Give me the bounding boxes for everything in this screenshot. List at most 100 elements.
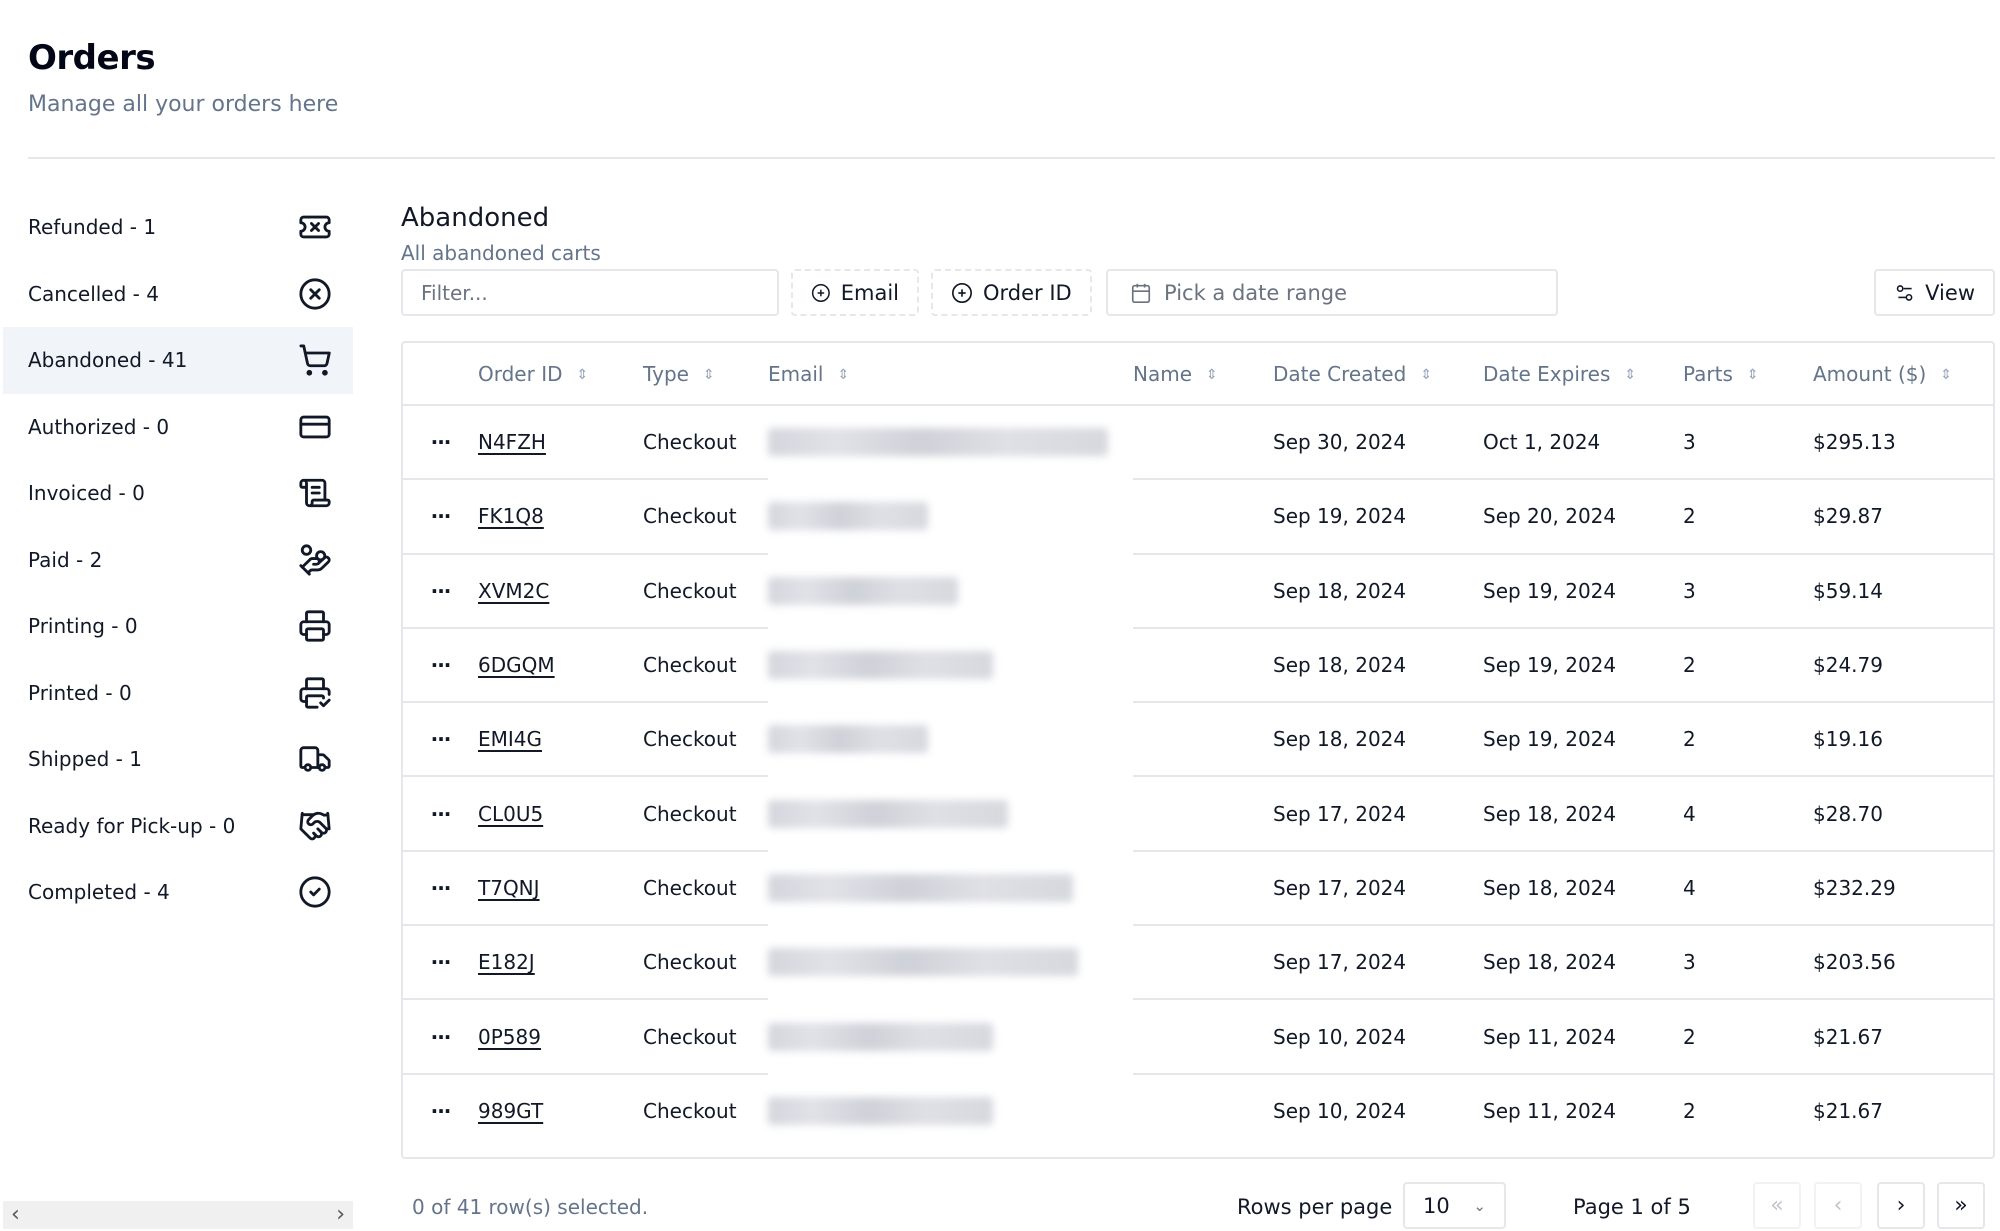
order-id-link[interactable]: CL0U5 xyxy=(478,802,543,826)
sort-icon[interactable]: ⇕ xyxy=(1747,367,1759,383)
last-page-button[interactable]: » xyxy=(1937,1182,1985,1229)
name-cell xyxy=(1133,850,1273,927)
date-expires-cell: Sep 18, 2024 xyxy=(1483,776,1683,852)
order-id-cell: 0P589 xyxy=(478,999,643,1075)
column-header-type[interactable]: Type ⇕ xyxy=(643,343,768,406)
sidebar-item-completed[interactable]: Completed - 4 xyxy=(3,859,353,926)
sidebar-item-abandoned[interactable]: Abandoned - 41 xyxy=(3,327,353,394)
table-row[interactable]: ··· 0P589 Checkout Sep 10, 2024 Sep 11, 2024… xyxy=(403,999,1993,1075)
sidebar-item-label: Refunded - 1 xyxy=(28,215,157,240)
sidebar-item-printed[interactable]: Printed - 0 xyxy=(3,660,353,727)
sort-icon[interactable]: ⇕ xyxy=(1940,367,1952,383)
order-id-link[interactable]: 6DGQM xyxy=(478,653,555,677)
row-actions-button[interactable]: ··· xyxy=(403,479,478,555)
sort-icon[interactable]: ⇕ xyxy=(703,367,715,383)
redacted-email xyxy=(768,799,1008,828)
redacted-email xyxy=(768,725,928,754)
parts-cell: 2 xyxy=(1683,999,1813,1075)
email-cell xyxy=(768,925,1133,1001)
table-row[interactable]: ··· 6DGQM Checkout Sep 18, 2024 Sep 19, 2024… xyxy=(403,627,1993,704)
date-created-cell: Sep 18, 2024 xyxy=(1273,702,1483,778)
email-facet-button[interactable]: Email xyxy=(791,269,919,316)
parts-cell: 2 xyxy=(1683,1099,1696,1124)
view-options-button[interactable]: View xyxy=(1874,269,1995,316)
order-id-link[interactable]: 989GT xyxy=(478,1099,543,1123)
column-header-date-created[interactable]: Date Created ⇕ xyxy=(1273,343,1483,406)
table-row[interactable]: ··· CL0U5 Checkout Sep 17, 2024 Sep 18, 2024… xyxy=(403,776,1993,852)
sidebar-horizontal-scrollbar[interactable]: ‹ › xyxy=(3,1201,353,1229)
previous-page-button[interactable]: ‹ xyxy=(1814,1182,1862,1229)
type-cell: Checkout xyxy=(643,850,768,927)
scroll-right-arrow-icon[interactable]: › xyxy=(336,1204,345,1226)
sort-icon[interactable]: ⇕ xyxy=(1624,367,1636,383)
row-actions-button[interactable]: ··· xyxy=(403,999,478,1075)
sidebar-item-label: Cancelled - 4 xyxy=(28,281,159,306)
date-range-picker[interactable]: Pick a date range xyxy=(1106,269,1558,316)
row-actions-button[interactable]: ··· xyxy=(403,850,478,927)
table-row[interactable]: ··· XVM2C Checkout Sep 18, 2024 Sep 19, 2024… xyxy=(403,553,1993,629)
row-actions-button[interactable]: ··· xyxy=(403,405,478,481)
order-id-link[interactable]: XVM2C xyxy=(478,579,549,603)
date-created-cell: Sep 19, 2024 xyxy=(1273,479,1483,555)
table-row[interactable]: ··· FK1Q8 Checkout Sep 19, 2024 Sep 20, 2024… xyxy=(403,479,1993,555)
order-id-cell: 989GT xyxy=(478,1074,643,1148)
date-expires-cell: Sep 18, 2024 xyxy=(1483,925,1683,1001)
next-page-button[interactable]: › xyxy=(1877,1182,1925,1229)
column-header-amount[interactable]: Amount ($) ⇕ xyxy=(1813,343,1993,406)
order-id-facet-button[interactable]: Order ID xyxy=(931,269,1092,316)
name-cell xyxy=(1133,627,1273,704)
row-actions-button[interactable]: ··· xyxy=(403,776,478,852)
column-header-date-expires[interactable]: Date Expires ⇕ xyxy=(1483,343,1683,406)
table-row[interactable]: ··· T7QNJ Checkout Sep 17, 2024 Sep 18, 2024… xyxy=(403,850,1993,927)
circle-x-icon xyxy=(297,276,333,312)
filter-input[interactable] xyxy=(401,269,779,316)
table-row[interactable]: ··· N4FZH Checkout Sep 30, 2024 Oct 1, 2024 3… xyxy=(403,405,1993,481)
column-header-order-id[interactable]: Order ID ⇕ xyxy=(478,343,643,406)
sidebar-item-invoiced[interactable]: Invoiced - 0 xyxy=(3,460,353,527)
sort-icon[interactable]: ⇕ xyxy=(1206,367,1218,383)
amount-cell: $232.29 xyxy=(1813,850,1993,927)
redacted-email xyxy=(768,873,1073,902)
scroll-left-arrow-icon[interactable]: ‹ xyxy=(11,1204,20,1226)
date-expires-cell: Sep 19, 2024 xyxy=(1483,553,1683,629)
first-page-button[interactable]: « xyxy=(1753,1182,1801,1229)
order-id-link[interactable]: T7QNJ xyxy=(478,876,540,900)
order-id-cell: E182J xyxy=(478,925,643,1001)
shopping-cart-icon xyxy=(297,342,333,378)
row-actions-button[interactable]: ··· xyxy=(403,1074,478,1148)
order-id-link[interactable]: E182J xyxy=(478,950,535,974)
date-expires-cell: Sep 19, 2024 xyxy=(1483,702,1683,778)
sidebar-item-shipped[interactable]: Shipped - 1 xyxy=(3,726,353,793)
sidebar-item-authorized[interactable]: Authorized - 0 xyxy=(3,394,353,461)
sidebar-item-cancelled[interactable]: Cancelled - 4 xyxy=(3,261,353,328)
column-header-parts[interactable]: Parts ⇕ xyxy=(1683,343,1813,406)
sidebar-item-label: Invoiced - 0 xyxy=(28,481,145,506)
rows-per-page-select[interactable]: 10 ⌄ xyxy=(1403,1182,1506,1229)
sidebar-item-paid[interactable]: Paid - 2 xyxy=(3,527,353,594)
row-actions-button[interactable]: ··· xyxy=(403,702,478,778)
order-id-link[interactable]: 0P589 xyxy=(478,1025,541,1049)
sidebar-item-refunded[interactable]: Refunded - 1 xyxy=(3,194,353,261)
sidebar-item-ready-for-pickup[interactable]: Ready for Pick-up - 0 xyxy=(3,793,353,860)
sort-icon[interactable]: ⇕ xyxy=(577,367,589,383)
printer-check-icon xyxy=(297,675,333,711)
sort-icon[interactable]: ⇕ xyxy=(1420,367,1432,383)
table-row[interactable]: ··· EMI4G Checkout Sep 18, 2024 Sep 19, 2024… xyxy=(403,702,1993,778)
row-actions-button[interactable]: ··· xyxy=(403,553,478,629)
column-header-name[interactable]: Name ⇕ xyxy=(1133,343,1273,406)
order-id-link[interactable]: N4FZH xyxy=(478,430,546,454)
sort-icon[interactable]: ⇕ xyxy=(838,367,850,383)
table-row[interactable]: ··· 989GT Checkout Sep 10, 2024 Sep 11, 2024… xyxy=(403,1074,1993,1148)
table-row[interactable]: ··· E182J Checkout Sep 17, 2024 Sep 18, 2024… xyxy=(403,925,1993,1001)
column-header-email[interactable]: Email ⇕ xyxy=(768,343,1133,406)
parts-cell: 2 xyxy=(1683,702,1813,778)
sidebar-item-label: Completed - 4 xyxy=(28,880,170,905)
table-body: ··· N4FZH Checkout Sep 30, 2024 Oct 1, 2024 3… xyxy=(403,405,1993,1148)
order-id-link[interactable]: EMI4G xyxy=(478,727,542,751)
row-actions-button[interactable]: ··· xyxy=(403,925,478,1001)
order-id-link[interactable]: FK1Q8 xyxy=(478,504,544,528)
parts-cell: 2 xyxy=(1683,479,1813,555)
order-id-cell: T7QNJ xyxy=(478,850,643,927)
row-actions-button[interactable]: ··· xyxy=(403,627,478,704)
sidebar-item-printing[interactable]: Printing - 0 xyxy=(3,593,353,660)
